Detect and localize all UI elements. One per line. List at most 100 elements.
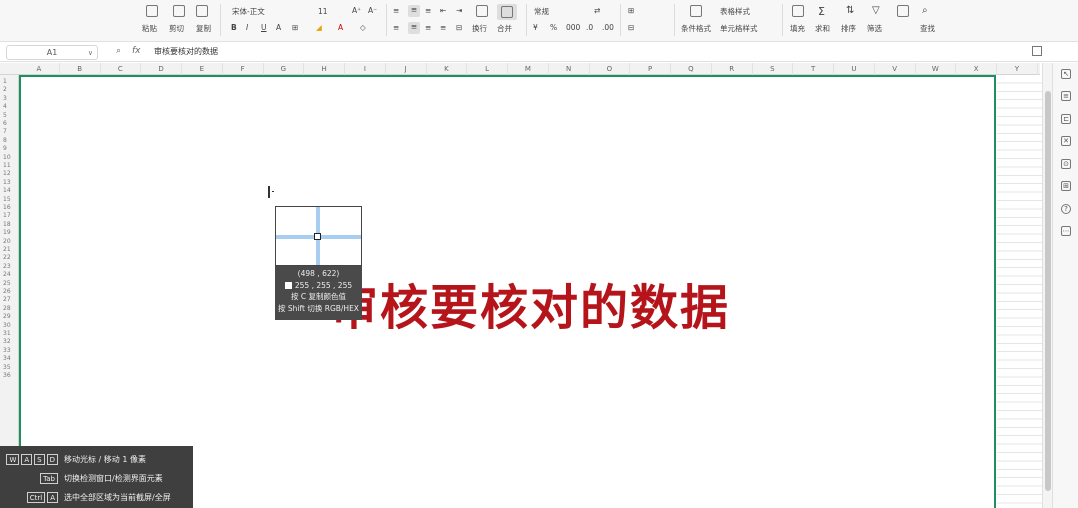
align-center-icon[interactable]: ≡ bbox=[408, 22, 420, 34]
sum-icon[interactable]: Σ bbox=[818, 5, 825, 18]
decrease-decimal-icon[interactable]: .00 bbox=[602, 23, 614, 32]
increase-decimal-icon[interactable]: .0 bbox=[586, 23, 593, 32]
chevron-down-icon[interactable]: ∨ bbox=[88, 49, 93, 57]
formula-input[interactable]: 审核要核对的数据 bbox=[154, 46, 218, 57]
row-col-icon[interactable]: ⊞ bbox=[628, 6, 634, 15]
expand-icon[interactable] bbox=[1032, 46, 1042, 56]
align-middle-icon[interactable]: ≡ bbox=[408, 5, 420, 17]
row-header-18[interactable]: 18 bbox=[0, 221, 18, 229]
font-color-icon[interactable]: A bbox=[338, 23, 343, 32]
align-top-icon[interactable]: ≡ bbox=[393, 6, 399, 15]
grid-icon[interactable]: ⊞ bbox=[1061, 181, 1071, 191]
name-box[interactable]: A1 ∨ bbox=[6, 45, 98, 60]
row-header-32[interactable]: 32 bbox=[0, 338, 18, 346]
fx-icon[interactable]: fx bbox=[132, 46, 141, 56]
cond-format-button[interactable]: 条件格式 bbox=[681, 23, 711, 34]
row-header-13[interactable]: 13 bbox=[0, 179, 18, 187]
row-header-29[interactable]: 29 bbox=[0, 313, 18, 321]
column-header-a[interactable]: A bbox=[19, 63, 60, 75]
column-header-h[interactable]: H bbox=[304, 63, 345, 75]
find-icon[interactable]: ⌕ bbox=[922, 5, 928, 16]
column-header-s[interactable]: S bbox=[753, 63, 794, 75]
help-icon[interactable]: ? bbox=[1061, 204, 1071, 214]
row-header-2[interactable]: 2 bbox=[0, 86, 18, 94]
align-right-icon[interactable]: ≡ bbox=[425, 23, 431, 32]
format-icon[interactable] bbox=[897, 5, 909, 17]
sum-button[interactable]: 求和 bbox=[815, 23, 830, 34]
font-size-select[interactable]: 11 bbox=[316, 4, 346, 18]
border-icon[interactable]: ⊞ bbox=[292, 23, 298, 32]
row-header-14[interactable]: 14 bbox=[0, 187, 18, 195]
scrollbar-thumb[interactable] bbox=[1045, 91, 1051, 491]
merge-icon[interactable] bbox=[497, 4, 517, 20]
row-header-15[interactable]: 15 bbox=[0, 196, 18, 204]
row-header-20[interactable]: 20 bbox=[0, 238, 18, 246]
row-header-35[interactable]: 35 bbox=[0, 364, 18, 372]
settings-icon[interactable]: ≡ bbox=[1061, 91, 1071, 101]
row-header-34[interactable]: 34 bbox=[0, 355, 18, 363]
column-header-w[interactable]: W bbox=[916, 63, 957, 75]
italic-button[interactable]: I bbox=[246, 23, 248, 32]
cell-style-button[interactable]: 单元格样式 bbox=[720, 23, 758, 34]
select-icon[interactable]: ↖ bbox=[1061, 69, 1071, 79]
row-header-31[interactable]: 31 bbox=[0, 330, 18, 338]
column-header-x[interactable]: X bbox=[956, 63, 997, 75]
column-header-e[interactable]: E bbox=[182, 63, 223, 75]
share-icon[interactable]: ⊙ bbox=[1061, 159, 1071, 169]
row-header-17[interactable]: 17 bbox=[0, 212, 18, 220]
more-icon[interactable]: ⋯ bbox=[1061, 226, 1071, 236]
column-y-cells[interactable] bbox=[997, 75, 1042, 508]
column-header-i[interactable]: I bbox=[345, 63, 386, 75]
row-header-6[interactable]: 6 bbox=[0, 120, 18, 128]
cut-icon[interactable] bbox=[173, 5, 185, 17]
copy-button[interactable]: 复制 bbox=[196, 23, 211, 34]
row-header-22[interactable]: 22 bbox=[0, 254, 18, 262]
wrap-button[interactable]: 换行 bbox=[472, 23, 487, 34]
column-header-c[interactable]: C bbox=[101, 63, 142, 75]
row-header-27[interactable]: 27 bbox=[0, 296, 18, 304]
column-header-f[interactable]: F bbox=[223, 63, 264, 75]
row-header-1[interactable]: 1 bbox=[0, 78, 18, 86]
row-header-25[interactable]: 25 bbox=[0, 280, 18, 288]
row-header-11[interactable]: 11 bbox=[0, 162, 18, 170]
column-header-y[interactable]: Y bbox=[997, 63, 1038, 75]
fill-button[interactable]: 填充 bbox=[790, 23, 805, 34]
merge-button[interactable]: 合并 bbox=[497, 23, 512, 34]
cut-button[interactable]: 剪切 bbox=[169, 23, 184, 34]
row-header-7[interactable]: 7 bbox=[0, 128, 18, 136]
row-header-9[interactable]: 9 bbox=[0, 145, 18, 153]
row-header-5[interactable]: 5 bbox=[0, 112, 18, 120]
sort-icon[interactable]: ⇅ bbox=[846, 5, 854, 16]
column-header-o[interactable]: O bbox=[590, 63, 631, 75]
filter-button[interactable]: 筛选 bbox=[867, 23, 882, 34]
indent-increase-icon[interactable]: ⇥ bbox=[456, 6, 462, 15]
row-header-28[interactable]: 28 bbox=[0, 305, 18, 313]
indent-decrease-icon[interactable]: ⇤ bbox=[440, 6, 446, 15]
row-header-10[interactable]: 10 bbox=[0, 154, 18, 162]
eraser-icon[interactable]: ◇ bbox=[360, 23, 366, 32]
column-header-q[interactable]: Q bbox=[671, 63, 712, 75]
column-header-g[interactable]: G bbox=[264, 63, 305, 75]
row-header-4[interactable]: 4 bbox=[0, 103, 18, 111]
align-left-icon[interactable]: ≡ bbox=[393, 23, 399, 32]
column-header-t[interactable]: T bbox=[793, 63, 834, 75]
increase-font-icon[interactable]: A⁺ bbox=[352, 6, 361, 15]
column-header-k[interactable]: K bbox=[427, 63, 468, 75]
currency-icon[interactable]: ¥ bbox=[533, 23, 538, 32]
convert-icon[interactable]: ⇄ bbox=[594, 6, 600, 15]
column-header-j[interactable]: J bbox=[386, 63, 427, 75]
copy-icon[interactable] bbox=[196, 5, 208, 17]
align-bottom-icon[interactable]: ≡ bbox=[425, 6, 431, 15]
column-header-d[interactable]: D bbox=[141, 63, 182, 75]
strikethrough-icon[interactable]: A bbox=[276, 23, 281, 32]
column-header-v[interactable]: V bbox=[875, 63, 916, 75]
justify-icon[interactable]: ≡ bbox=[440, 23, 446, 32]
thousands-icon[interactable]: 000 bbox=[566, 23, 580, 32]
tools-icon[interactable]: ✕ bbox=[1061, 136, 1071, 146]
column-header-n[interactable]: N bbox=[549, 63, 590, 75]
row-header-21[interactable]: 21 bbox=[0, 246, 18, 254]
row-header-23[interactable]: 23 bbox=[0, 263, 18, 271]
worksheet-icon[interactable]: ⊟ bbox=[628, 23, 634, 32]
zoom-icon[interactable]: ⌕ bbox=[116, 46, 121, 56]
find-button[interactable]: 查找 bbox=[920, 23, 935, 34]
